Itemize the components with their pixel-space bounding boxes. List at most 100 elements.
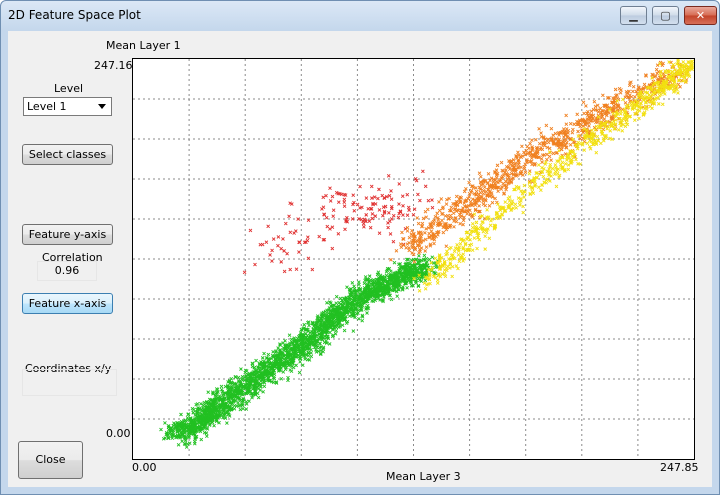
scatter-point [549,126,554,131]
scatter-point [613,87,618,92]
scatter-point [496,189,500,193]
scatter-point [564,138,568,142]
maximize-button[interactable]: ▢ [652,6,679,25]
scatter-point [283,339,287,343]
y-axis-min-label: 0.00 [106,427,131,440]
scatter-point [310,267,315,272]
scatter-point [254,358,258,363]
scatter-point [426,282,430,286]
x-axis-label: Mean Layer 3 [386,470,461,483]
scatter-point [159,427,163,432]
scatter-point [656,102,661,106]
scatter-point [417,253,421,258]
scatter-point [458,221,462,226]
scatter-point [495,163,500,168]
scatter-point [566,167,571,172]
scatter-point [608,128,613,133]
title-bar[interactable]: 2D Feature Space Plot ▁ ▢ ✕ [1,1,719,31]
scatter-point [422,253,427,258]
scatter-point [522,195,526,200]
coordinates-value [22,369,117,396]
scatter-plot-area[interactable] [132,58,695,460]
scatter-point [405,213,410,218]
scatter-point [633,94,637,99]
scatter-point [199,437,204,442]
scatter-point [489,191,494,195]
scatter-point [286,378,290,383]
scatter-point [262,351,266,356]
scatter-point [184,445,189,449]
scatter-point [449,216,454,221]
scatter-point [298,359,302,364]
scatter-point [575,112,580,117]
scatter-point [426,198,431,203]
close-button[interactable]: Close [18,441,83,479]
scatter-point [437,200,441,204]
scatter-point [565,158,569,162]
minimize-icon: ▁ [629,9,638,22]
scatter-point [423,287,428,291]
scatter-point [407,248,412,253]
scatter-point [418,198,422,203]
scatter-point [260,242,265,247]
scatter-point [279,246,284,251]
scatter-point [179,412,183,417]
scatter-point [523,170,528,175]
scatter-point [223,416,228,420]
scatter-point [566,163,571,167]
scatter-point [334,328,339,333]
level-dropdown[interactable]: Level 1 [23,97,112,116]
scatter-point [454,194,459,199]
scatter-point [440,218,444,223]
feature-x-axis-button[interactable]: Feature x-axis [22,293,113,314]
scatter-point [516,150,520,155]
scatter-point [639,101,643,106]
scatter-point [309,351,313,355]
scatter-point [642,82,647,87]
scatter-point [387,193,392,198]
x-axis-min-label: 0.00 [132,461,157,474]
scatter-point [470,225,475,230]
scatter-point [388,232,393,236]
scatter-point [381,213,385,218]
scatter-point [485,207,489,212]
select-classes-button[interactable]: Select classes [22,144,113,165]
scatter-point [581,100,586,105]
scatter-point [544,123,549,128]
scatter-point [370,212,375,216]
scatter-point [457,259,462,264]
scatter-point [401,203,405,208]
scatter-point [397,182,402,186]
scatter-point [328,186,332,191]
scatter-point [539,188,543,192]
scatter-point [276,346,280,350]
scatter-point [430,205,435,210]
scatter-point [655,71,659,76]
scatter-point [537,127,541,131]
scatter-point [536,163,541,167]
window-close-button[interactable]: ✕ [684,6,717,25]
scatter-point [342,328,347,333]
scatter-point [423,249,428,253]
scatter-point [448,213,453,218]
scatter-point [618,91,623,95]
scatter-point [624,89,629,94]
scatter-point [443,274,448,279]
feature-y-axis-button[interactable]: Feature y-axis [22,224,113,245]
scatter-point [317,234,322,239]
scatter-point [386,225,390,230]
scatter-point [552,172,557,177]
minimize-button[interactable]: ▁ [620,6,647,25]
scatter-point [389,257,393,262]
scatter-point [356,280,361,284]
scatter-point [199,402,203,406]
scatter-point [405,229,410,233]
scatter-point [513,161,518,165]
scatter-point [395,294,400,299]
scatter-point [430,225,434,230]
scatter-point [540,160,544,165]
scatter-point [389,197,394,201]
y-axis-max-label: 247.16 [94,59,133,72]
scatter-point [377,208,382,212]
scatter-point [271,349,275,354]
